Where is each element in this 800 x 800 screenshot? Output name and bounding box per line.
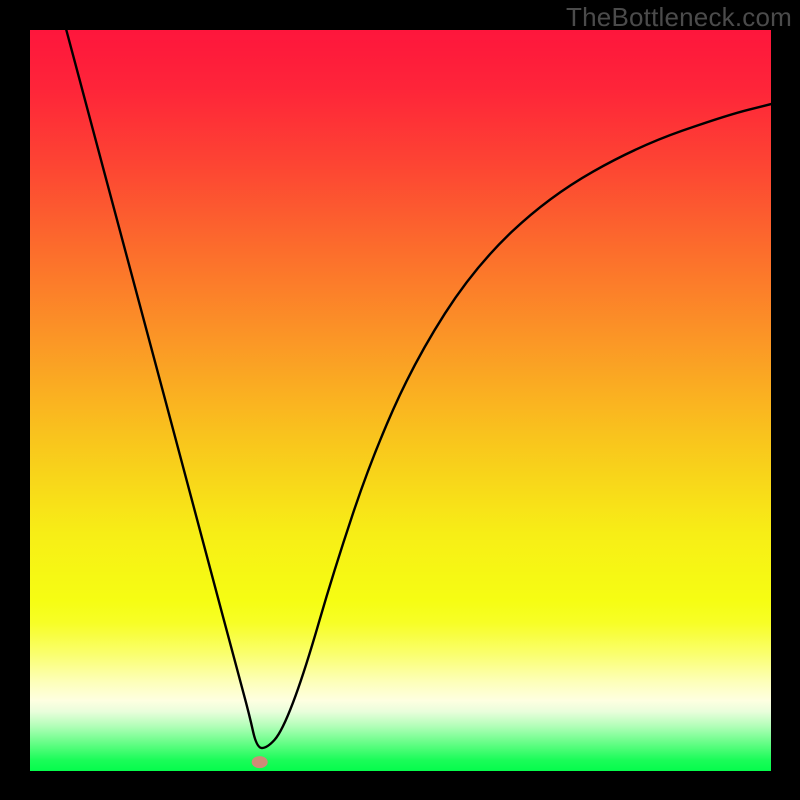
- plot-svg: [30, 30, 771, 771]
- gradient-background: [30, 30, 771, 771]
- plot-area: [30, 30, 771, 771]
- chart-container: TheBottleneck.com: [0, 0, 800, 800]
- watermark-text: TheBottleneck.com: [566, 2, 792, 33]
- highlight-marker: [252, 756, 268, 768]
